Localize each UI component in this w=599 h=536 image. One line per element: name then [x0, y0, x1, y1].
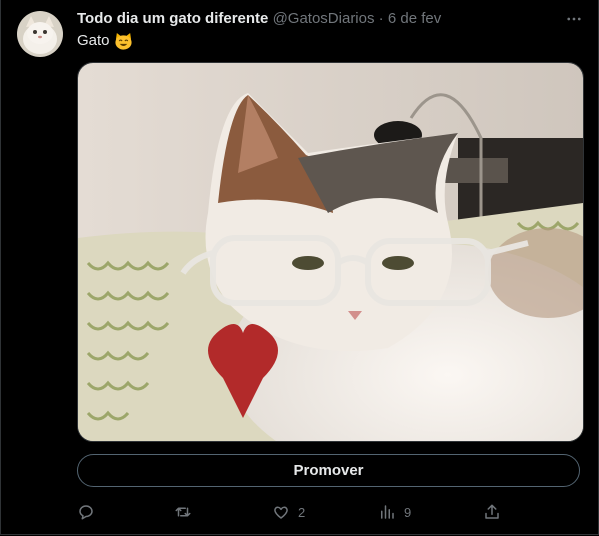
more-options-button[interactable]	[563, 9, 585, 29]
reply-button[interactable]	[77, 501, 103, 523]
author-name[interactable]: Todo dia um gato diferente	[77, 10, 268, 27]
cat-with-glasses-photo	[78, 63, 583, 441]
tweet-text: Gato	[77, 31, 133, 51]
retweet-icon	[175, 507, 191, 517]
smiling-cat-emoji	[114, 32, 133, 51]
heart-icon	[274, 506, 288, 519]
more-horizontal-icon	[567, 17, 581, 21]
views-count: 9	[404, 504, 412, 520]
tweet-text-content: Gato	[77, 32, 110, 49]
views-button[interactable]: 9	[378, 501, 411, 523]
tweet-header: Todo dia um gato diferente @GatosDiarios…	[77, 9, 441, 29]
like-count: 2	[298, 504, 306, 520]
meta-separator: ·	[374, 10, 388, 27]
author-avatar[interactable]	[17, 11, 63, 57]
promote-button[interactable]: Promover	[77, 454, 580, 487]
avatar-image	[17, 11, 63, 57]
retweet-button[interactable]	[174, 501, 200, 523]
analytics-icon	[381, 505, 394, 519]
share-button[interactable]	[483, 501, 501, 523]
reply-icon	[79, 505, 93, 520]
share-icon	[485, 504, 499, 519]
tweet-actions: 2 9	[0, 501, 599, 523]
author-handle[interactable]: @GatosDiarios	[273, 10, 375, 27]
like-button[interactable]: 2	[272, 501, 305, 523]
tweet-image[interactable]	[77, 62, 584, 442]
tweet-date[interactable]: 6 de fev	[388, 10, 441, 27]
